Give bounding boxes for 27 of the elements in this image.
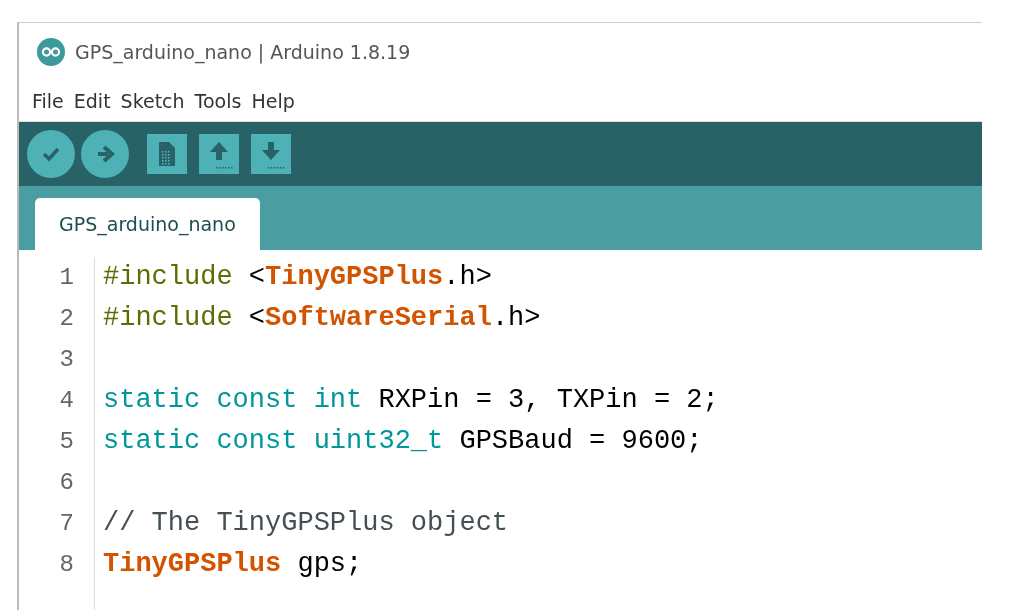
verify-button[interactable] xyxy=(27,130,75,178)
menu-item[interactable]: File xyxy=(27,90,69,112)
line-number: 7 xyxy=(58,509,75,539)
window-title: GPS_arduino_nano | Arduino 1.8.19 xyxy=(75,41,411,63)
code-line: static const int RXPin = 3, TXPin = 2; xyxy=(102,384,720,417)
line-number: 3 xyxy=(58,345,75,375)
line-number: 6 xyxy=(58,468,75,498)
app-logo-icon xyxy=(37,38,65,66)
line-number: 1 xyxy=(58,263,75,293)
file-tab[interactable]: GPS_arduino_nano xyxy=(35,198,260,250)
line-number: 4 xyxy=(58,386,75,416)
code-line: static const uint32_t GPSBaud = 9600; xyxy=(102,425,704,458)
code-line: #include <TinyGPSPlus.h> xyxy=(102,261,493,294)
line-number: 2 xyxy=(58,304,75,334)
new-button[interactable] xyxy=(147,134,187,174)
upload-button[interactable] xyxy=(81,130,129,178)
menu-item[interactable]: Edit xyxy=(68,90,116,112)
menu-item[interactable]: Tools xyxy=(189,90,247,112)
line-number: 5 xyxy=(58,427,75,457)
code-line: #include <SoftwareSerial.h> xyxy=(102,302,542,335)
code-line: TinyGPSPlus gps; xyxy=(102,548,364,581)
menu-item[interactable]: Help xyxy=(246,90,300,112)
menu-item[interactable]: Sketch xyxy=(115,90,190,112)
open-button[interactable] xyxy=(199,134,239,174)
code-line: // The TinyGPSPlus object xyxy=(102,507,510,540)
line-number: 8 xyxy=(58,550,75,580)
save-button[interactable] xyxy=(251,134,291,174)
